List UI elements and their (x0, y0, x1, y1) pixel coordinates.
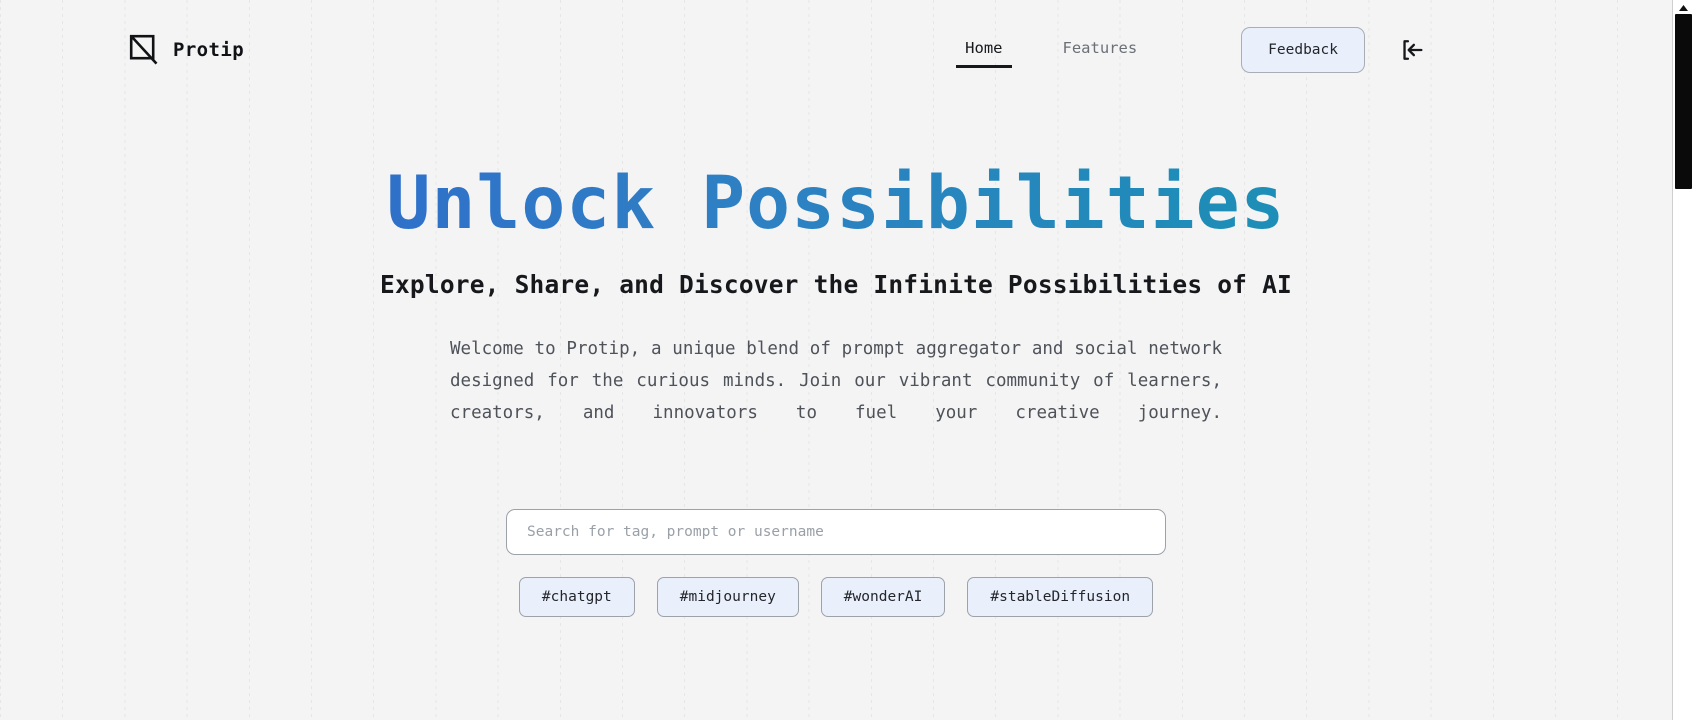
main-navigation: Home Features Feedback (956, 27, 1672, 73)
page-viewport: Protip Home Features Feedback Unlock Pos… (0, 0, 1672, 720)
feedback-button[interactable]: Feedback (1241, 27, 1365, 73)
nav-item-home-label: Home (965, 38, 1003, 57)
vertical-scrollbar[interactable] (1672, 0, 1694, 720)
tag-chip-wonderai[interactable]: #wonderAI (820, 577, 946, 618)
site-header: Protip Home Features Feedback (0, 0, 1672, 100)
tag-chip-stablediffusion[interactable]: #stableDiffusion (967, 577, 1154, 618)
scrollbar-up-arrow-icon[interactable] (1673, 1, 1694, 14)
chevron-up-icon (1679, 4, 1688, 11)
search-bar (0, 509, 1672, 556)
search-input[interactable] (506, 509, 1166, 556)
brand-logo[interactable]: Protip (129, 34, 244, 66)
nav-item-features[interactable]: Features (1061, 33, 1140, 68)
scrollbar-thumb[interactable] (1675, 14, 1692, 189)
hero-description: Welcome to Protip, a unique blend of pro… (450, 339, 1222, 424)
tag-chip-midjourney[interactable]: #midjourney (656, 577, 799, 618)
hero-subtitle: Explore, Share, and Discover the Infinit… (380, 270, 1292, 300)
suggested-tags-list: #chatgpt #midjourney #wonderAI #stableDi… (0, 577, 1672, 618)
nav-item-home[interactable]: Home (956, 33, 1012, 68)
tag-chip-chatgpt[interactable]: #chatgpt (518, 577, 635, 618)
page-title: Unlock Possibilities (0, 165, 1672, 243)
square-diagonal-logo-icon (129, 34, 158, 65)
brand-name: Protip (173, 39, 245, 61)
nav-item-features-label: Features (1062, 38, 1138, 57)
arrow-left-to-bracket-icon[interactable] (1398, 36, 1426, 64)
